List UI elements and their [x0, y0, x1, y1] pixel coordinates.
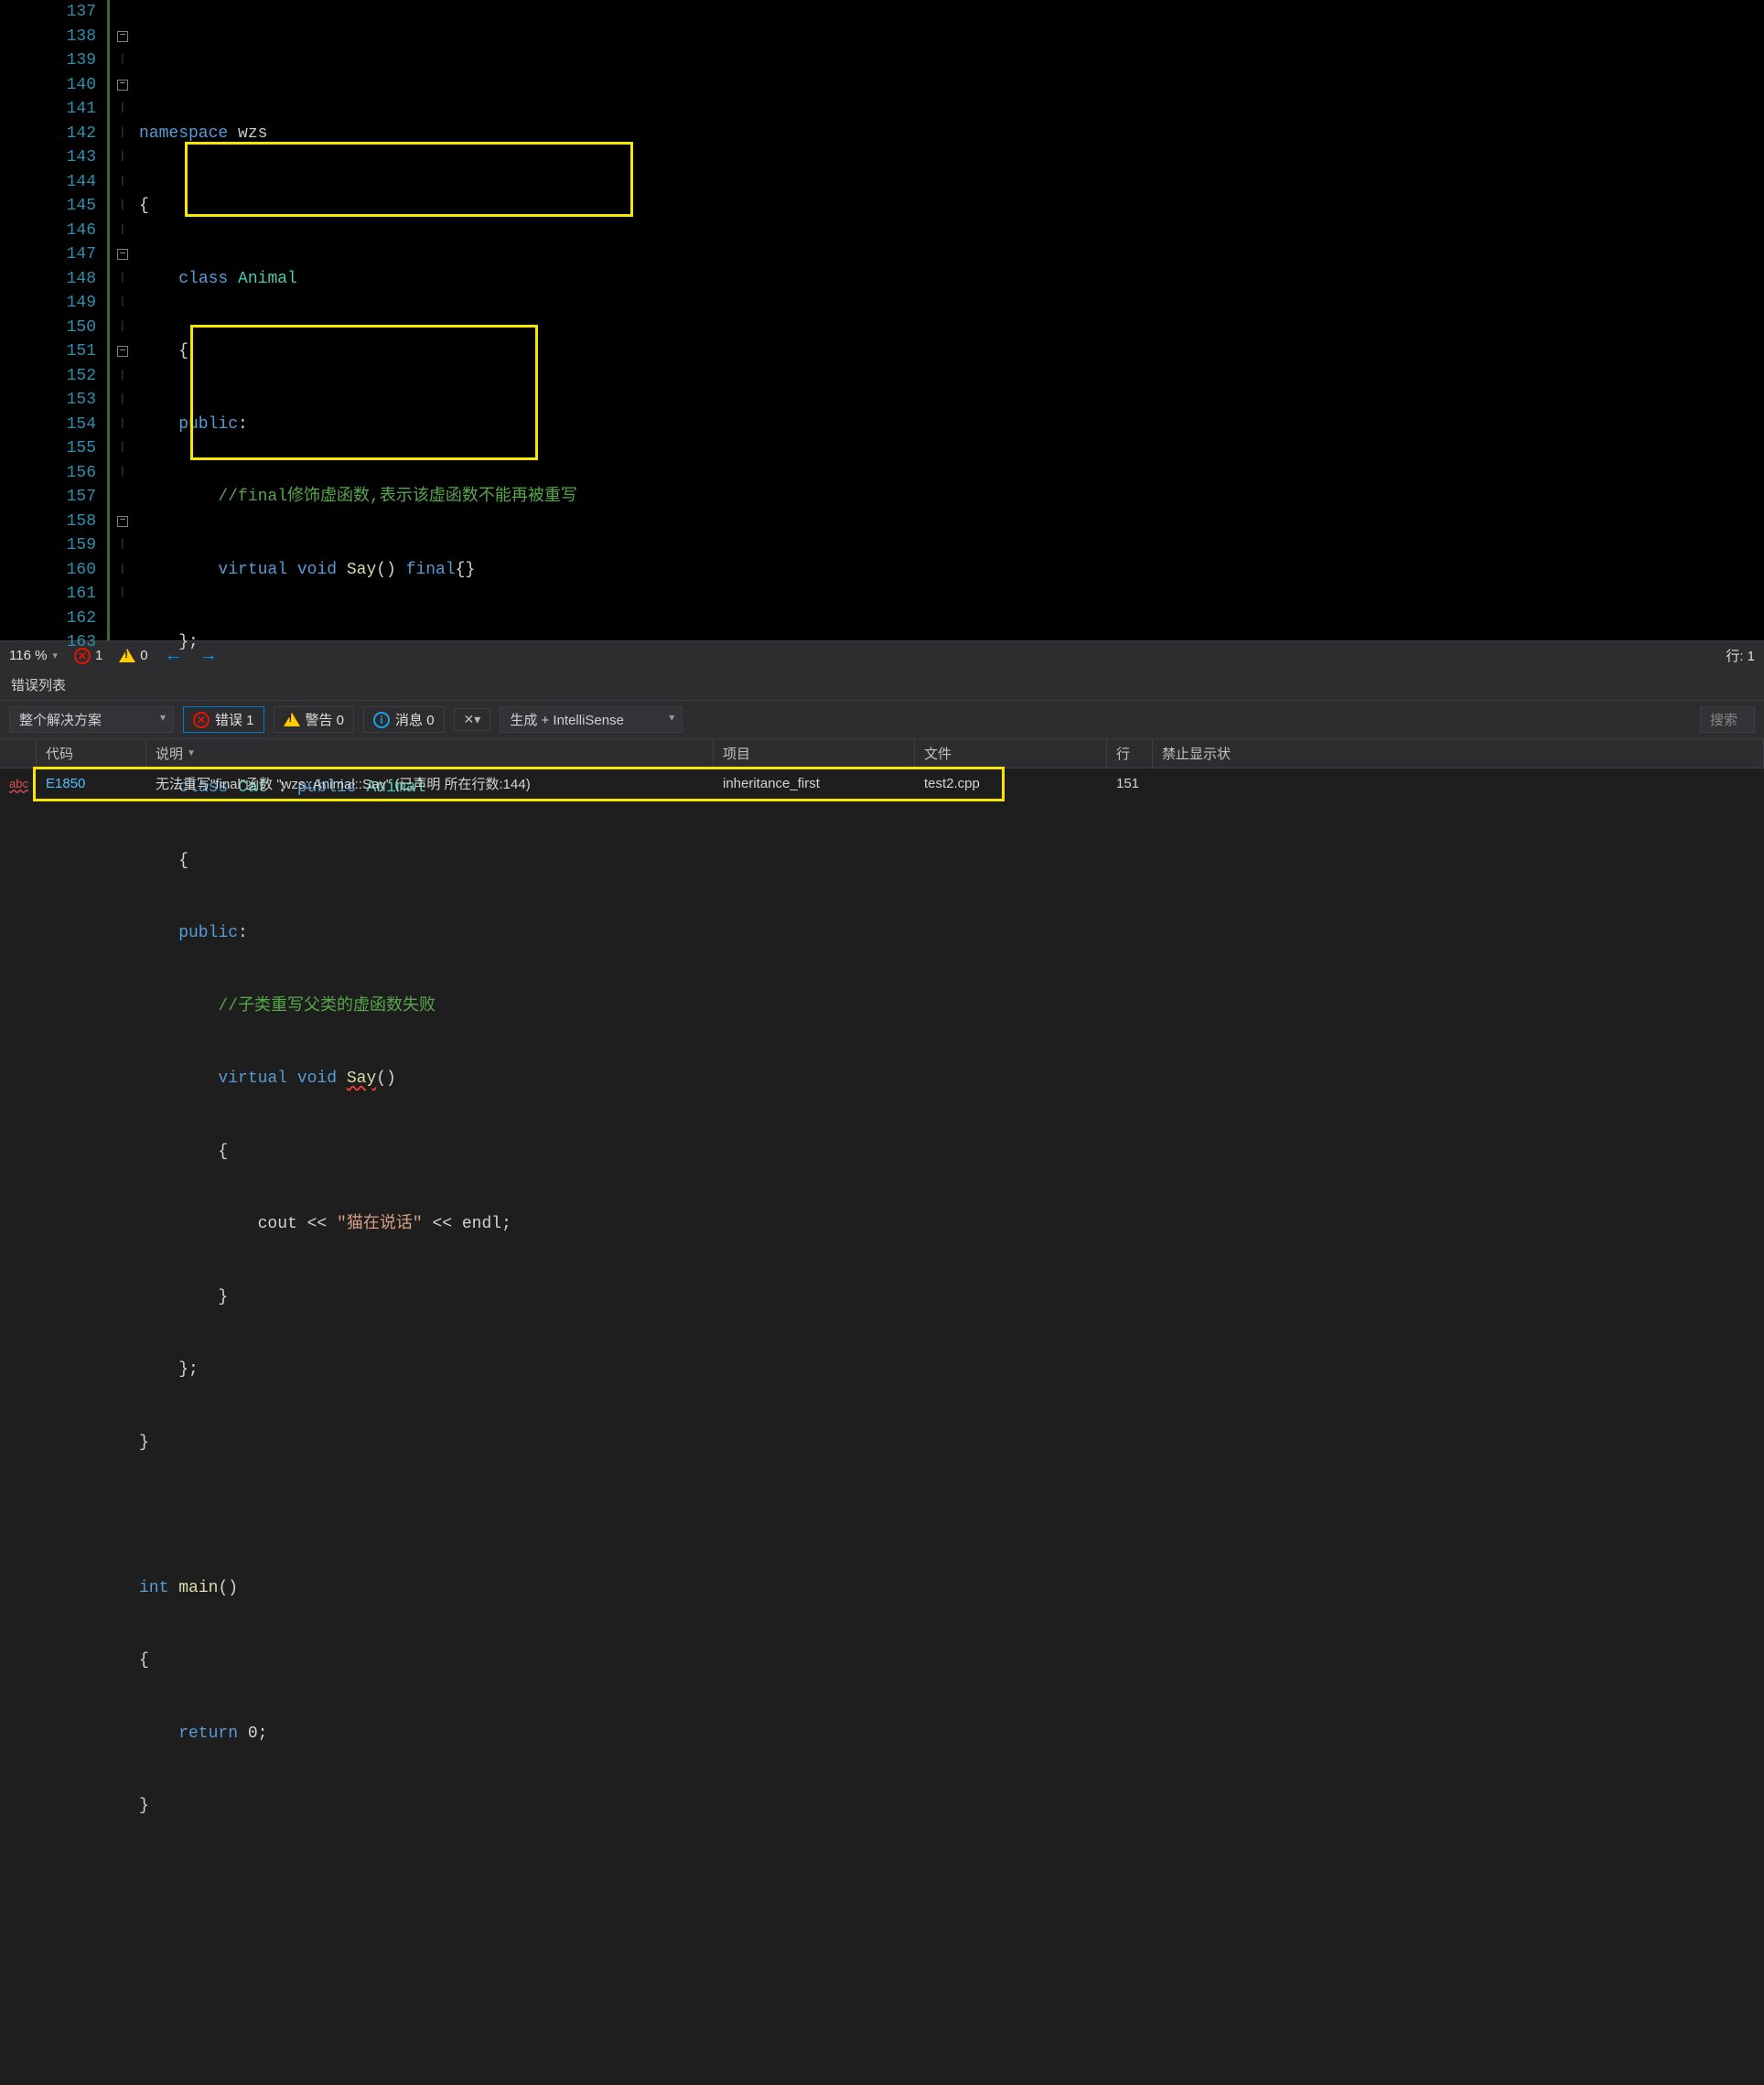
code-area[interactable]: namespace wzs { class Animal { public: /…	[135, 0, 1764, 640]
header-code[interactable]: 代码	[37, 739, 146, 768]
intellisense-error-icon: abc	[9, 777, 28, 790]
code-editor[interactable]: 137 138 139 140 141 142 143 144 145 146 …	[0, 0, 1764, 640]
fold-toggle[interactable]: −	[117, 31, 128, 42]
warning-icon	[119, 649, 135, 662]
fold-toggle[interactable]: −	[117, 80, 128, 91]
fold-toggle[interactable]: −	[117, 249, 128, 260]
error-code: E1850	[37, 776, 146, 791]
error-description: 无法重写"final"函数 "wzs::Animal::Say" (已声明 所在…	[146, 774, 714, 793]
error-file: test2.cpp	[915, 776, 1107, 791]
error-project: inheritance_first	[714, 776, 915, 791]
scope-dropdown[interactable]: 整个解决方案	[9, 706, 174, 733]
fold-column[interactable]: − │ − │ │ │ │ │ │ − │ │ │ − │ │ │ │ │ − …	[110, 0, 135, 640]
warning-icon	[284, 713, 300, 726]
fold-toggle[interactable]: −	[117, 516, 128, 527]
error-row[interactable]: abc E1850 无法重写"final"函数 "wzs::Animal::Sa…	[0, 768, 1764, 799]
error-line: 151	[1107, 776, 1153, 791]
fold-toggle[interactable]: −	[117, 346, 128, 357]
line-number-gutter: 137 138 139 140 141 142 143 144 145 146 …	[0, 0, 110, 640]
build-source-dropdown[interactable]: 生成 + IntelliSense	[500, 706, 683, 733]
